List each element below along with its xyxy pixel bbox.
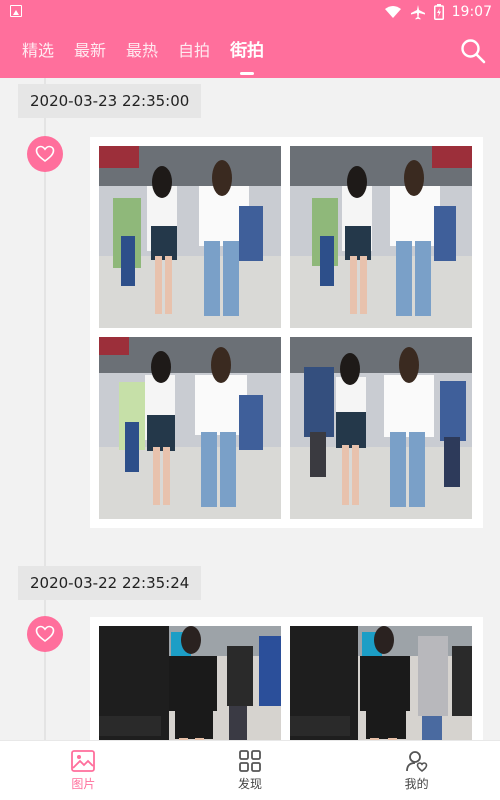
- top-nav: 精选 最新 最热 自拍 街拍: [0, 24, 500, 78]
- bottom-nav-label: 我的: [404, 776, 429, 791]
- grid-icon: [239, 749, 261, 772]
- status-time: 19:07: [451, 4, 492, 20]
- tab-featured[interactable]: 精选: [12, 24, 64, 78]
- street-photo[interactable]: [290, 337, 472, 519]
- street-photo[interactable]: [290, 146, 472, 328]
- bottom-nav-me[interactable]: 我的: [333, 741, 500, 800]
- photo-card: [90, 617, 483, 740]
- category-tabs: 精选 最新 最热 自拍 街拍: [12, 24, 274, 78]
- photo-feed[interactable]: 2020-03-23 22:35:00 2020-03-22 22:35:24: [0, 78, 500, 740]
- image-icon: [71, 749, 96, 772]
- street-photo[interactable]: [99, 146, 281, 328]
- heart-icon: [35, 145, 55, 163]
- post-date: 2020-03-23 22:35:00: [18, 84, 202, 118]
- bottom-nav-label: 图片: [71, 776, 96, 791]
- wifi-icon: [384, 6, 401, 18]
- bottom-nav: 图片 发现 我的: [0, 740, 500, 800]
- bottom-nav-label: 发现: [238, 776, 263, 791]
- search-icon[interactable]: [458, 36, 488, 66]
- tab-latest[interactable]: 最新: [64, 24, 116, 78]
- street-photo[interactable]: [99, 337, 281, 519]
- tab-selfie[interactable]: 自拍: [168, 24, 220, 78]
- street-photo[interactable]: [290, 626, 472, 740]
- status-icons: 19:07: [384, 0, 492, 24]
- street-photo[interactable]: [99, 626, 281, 740]
- photo-card: [90, 137, 483, 528]
- airplane-icon: [410, 5, 425, 20]
- bottom-nav-discover[interactable]: 发现: [167, 741, 334, 800]
- status-bar: 19:07: [0, 0, 500, 24]
- gallery-notification-icon: [10, 5, 22, 17]
- tab-street[interactable]: 街拍: [220, 24, 274, 78]
- user-heart-icon: [405, 750, 427, 772]
- bottom-nav-pictures[interactable]: 图片: [0, 741, 167, 800]
- heart-icon: [35, 625, 55, 643]
- like-button[interactable]: [27, 136, 63, 172]
- like-button[interactable]: [27, 616, 63, 652]
- battery-charging-icon: [433, 4, 444, 20]
- post-date: 2020-03-22 22:35:24: [18, 566, 202, 600]
- tab-hottest[interactable]: 最热: [116, 24, 168, 78]
